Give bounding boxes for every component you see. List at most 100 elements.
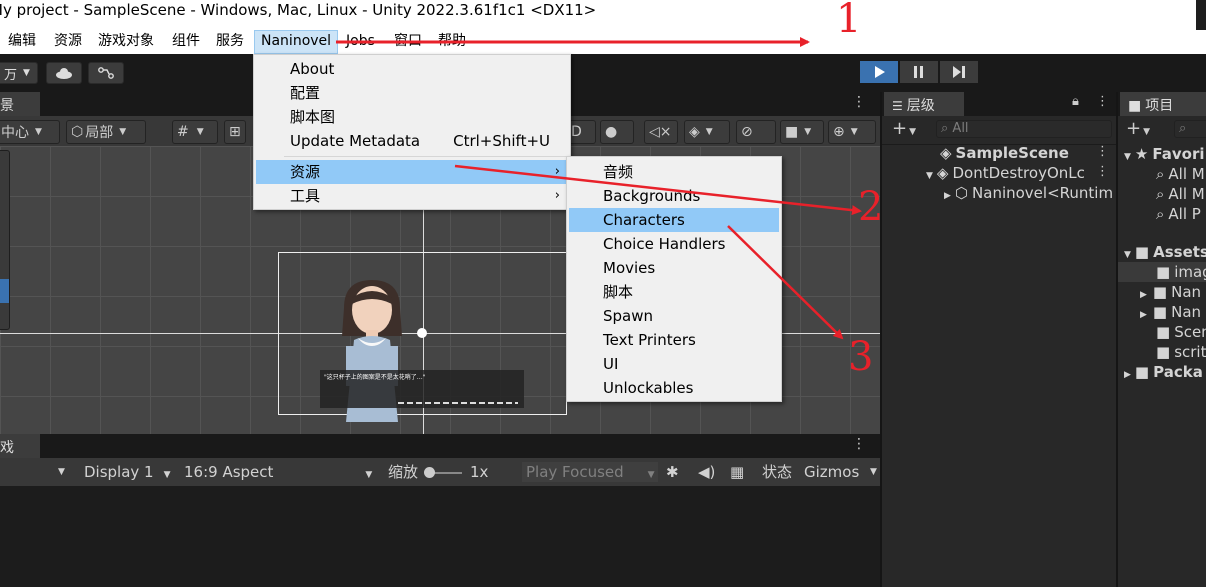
step-button[interactable] [940,61,978,83]
menu-item-audio[interactable]: 音频 [569,160,779,184]
menu-naninovel[interactable]: Naninovel [254,30,339,54]
asset-folder-item[interactable]: ■imag [1118,262,1206,282]
favorites-group[interactable]: ▼ ★ Favori [1124,144,1205,164]
create-asset-button[interactable]: + ▼ [1126,118,1150,139]
menu-item-update-metadata[interactable]: Update Metadata Ctrl+Shift+U [256,129,568,153]
cloud-button[interactable] [46,62,82,84]
play-button[interactable] [860,61,898,83]
lightbulb-icon: ● [605,124,618,140]
cloud-icon [56,68,72,79]
display-dropdown[interactable]: Display 1 ▼ [84,462,171,482]
collapse-arrow-icon: ▶ [1140,310,1147,320]
asset-folder-item[interactable]: ▶ ■ Nan [1140,302,1201,322]
play-focused-dropdown[interactable]: Play Focused ▼ [522,462,658,482]
pause-icon [914,66,923,78]
transform-handle[interactable] [417,328,427,338]
snap-increment-button[interactable]: ⊞ [224,120,246,144]
kebab-menu-icon[interactable]: ⋮ [1096,164,1109,179]
menu-item-backgrounds[interactable]: Backgrounds [569,184,779,208]
scale-value: 1x [470,463,489,481]
menu-help[interactable]: 帮助 [432,30,472,54]
layers-icon: ◈ [689,124,700,140]
folder-icon: ■ [1152,283,1168,301]
menu-component[interactable]: 组件 [166,30,206,54]
speaker-icon[interactable]: ◀) [698,462,715,482]
lock-icon[interactable]: 🔒︎ [1072,94,1079,109]
folder-icon: ■ [1128,98,1142,114]
favorite-item[interactable]: ⌕ All M [1156,184,1205,204]
hierarchy-item-dontdestroy[interactable]: ▼ ◈ DontDestroyOnLc [926,163,1085,183]
project-tabbar: ■ 项目 [1118,92,1206,116]
menu-item-unlockables[interactable]: Unlockables [569,376,779,400]
menu-item-tools[interactable]: 工具 › [256,184,568,208]
shortcut-label: Ctrl+Shift+U [453,132,550,150]
menu-item-resources[interactable]: 资源 › [256,160,568,184]
scene-tools-palette[interactable] [0,150,10,330]
tab-scene[interactable]: 景 [0,92,40,116]
chevron-down-icon[interactable]: ▼ [870,462,877,482]
menu-item-scripts[interactable]: 脚本 [569,280,779,304]
menu-item-spawn[interactable]: Spawn [569,304,779,328]
audio-toggle[interactable]: ◁× [644,120,678,144]
pause-button[interactable] [900,61,938,83]
packages-group[interactable]: ▶ ■ Packa [1124,362,1203,382]
menu-item-ui[interactable]: UI [569,352,779,376]
search-icon: ⌕ [1156,205,1165,223]
pivot-local-toggle[interactable]: ⬡ 局部 ▼ [66,120,146,144]
project-search-input[interactable]: ⌕ [1174,120,1206,138]
hierarchy-search-input[interactable]: ⌕ All [936,120,1112,138]
stats-button[interactable]: 状态 [762,462,792,482]
menu-item-script-graph[interactable]: 脚本图 [256,105,568,129]
kebab-menu-icon[interactable]: ⋮ [1096,144,1109,159]
menu-edit[interactable]: 编辑 [2,30,42,54]
game-view[interactable] [0,486,880,587]
tab-game[interactable]: 戏 [0,434,40,458]
menu-jobs[interactable]: Jobs [340,30,381,54]
menu-window[interactable]: 窗口 [388,30,428,54]
menu-item-characters[interactable]: Characters [569,208,779,232]
add-object-button[interactable]: + ▼ [892,118,916,139]
pivot-center-toggle[interactable]: 中心 ▼ [0,120,60,144]
kebab-menu-icon[interactable]: ⋮ [852,436,866,452]
keyboard-icon[interactable]: ▦ [730,462,744,482]
hierarchy-item-samplescene[interactable]: ◈ SampleScene [940,143,1069,163]
assets-group[interactable]: ▼ ■ Assets [1124,242,1206,262]
favorite-item[interactable]: ⌕ All P [1156,204,1201,224]
grid-snap-button[interactable]: # ▼ [172,120,218,144]
favorite-item[interactable]: ⌕ All M [1156,164,1205,184]
kebab-menu-icon[interactable]: ⋮ [1096,94,1109,109]
tab-project[interactable]: ■ 项目 [1120,92,1206,116]
aspect-dropdown[interactable]: 16:9 Aspect ▼ [184,462,372,482]
menu-item-configuration[interactable]: 配置 [256,81,568,105]
bug-icon[interactable]: ✱ [666,462,679,482]
lighting-toggle[interactable]: ● [600,120,634,144]
menu-item-text-printers[interactable]: Text Printers [569,328,779,352]
gizmos-button[interactable]: Gizmos [804,462,859,482]
camera-dropdown[interactable]: ■ ▼ [780,120,824,144]
layers-dropdown[interactable]: 万 ▼ [0,62,38,84]
menu-services[interactable]: 服务 [210,30,250,54]
tab-hierarchy[interactable]: ☰ 层级 [884,92,964,116]
folder-icon: ■ [1156,263,1171,281]
menu-gameobject[interactable]: 游戏对象 [92,30,160,54]
menu-item-about[interactable]: About [256,57,568,81]
folder-icon: ■ [1134,363,1150,381]
asset-folder-item[interactable]: ■ Scen [1156,322,1206,342]
asset-folder-item[interactable]: ▶ ■ Nan [1140,282,1201,302]
kebab-menu-icon[interactable]: ⋮ [852,94,866,110]
gizmos-dropdown[interactable]: ⊕ ▼ [828,120,876,144]
menu-assets[interactable]: 资源 [48,30,88,54]
hidden-objects-toggle[interactable]: ⊘ [736,120,776,144]
chevron-down-icon: ▼ [909,127,917,137]
gameobject-icon: ⬡ [954,184,969,202]
step-icon [953,66,965,78]
collab-button[interactable] [88,62,124,84]
asset-folder-item[interactable]: ■ scrit [1156,342,1206,362]
menu-item-choice-handlers[interactable]: Choice Handlers [569,232,779,256]
hierarchy-item-naninovel[interactable]: ▶ ⬡ Naninovel<Runtim [944,183,1113,203]
game-toolbar: ▼ Display 1 ▼ 16:9 Aspect ▼ 缩放 1x Play Foc… [0,458,880,486]
menu-item-movies[interactable]: Movies [569,256,779,280]
effects-toggle[interactable]: ◈ ▼ [684,120,730,144]
scale-slider-handle[interactable] [424,467,435,478]
chevron-down-icon[interactable]: ▼ [58,462,65,482]
